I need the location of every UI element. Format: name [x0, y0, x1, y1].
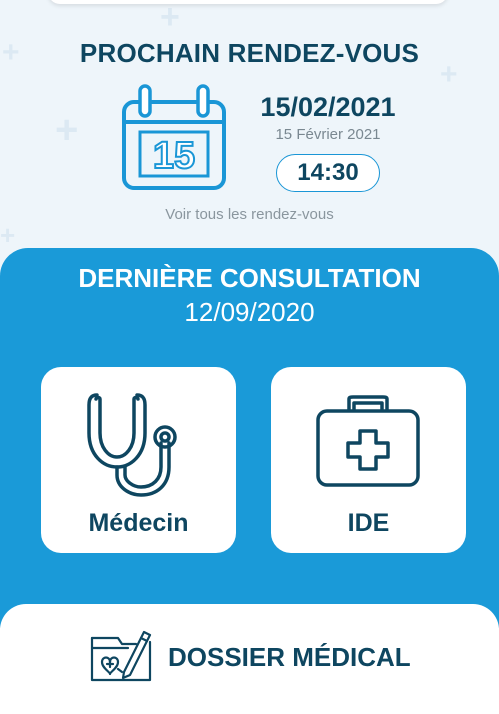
- last-consultation-title: DERNIÈRE CONSULTATION: [78, 263, 421, 293]
- ide-label: IDE: [347, 509, 390, 537]
- appointment-date-long: 15 Février 2021: [275, 126, 381, 143]
- background-cross-icon: +: [160, 0, 180, 36]
- see-all-appointments-link[interactable]: Voir tous les rendez-vous: [0, 206, 499, 223]
- medical-record-section[interactable]: DOSSIER MÉDICAL: [0, 604, 499, 714]
- last-consultation-section: DERNIÈRE CONSULTATION 12/09/2020 Médecin: [0, 248, 499, 628]
- calendar-day: 15: [153, 135, 195, 177]
- last-consultation-date: 12/09/2020: [184, 297, 315, 327]
- medical-record-icon: [90, 630, 152, 682]
- appointment-time: 14:30: [276, 154, 380, 192]
- previous-card-edge: [48, 0, 448, 4]
- ide-tile[interactable]: IDE: [271, 367, 466, 553]
- medical-kit-icon: [316, 395, 420, 487]
- medecin-label: Médecin: [88, 509, 189, 537]
- stethoscope-icon: [87, 393, 177, 497]
- calendar-icon: 15: [122, 84, 226, 190]
- medical-record-label: DOSSIER MÉDICAL: [168, 642, 411, 672]
- next-appointment-section: PROCHAIN RENDEZ-VOUS 15 15/02/2021 15 Fé…: [0, 30, 499, 230]
- medecin-tile[interactable]: Médecin: [41, 367, 236, 553]
- appointment-date: 15/02/2021: [260, 92, 396, 122]
- next-appointment-title: PROCHAIN RENDEZ-VOUS: [79, 38, 420, 68]
